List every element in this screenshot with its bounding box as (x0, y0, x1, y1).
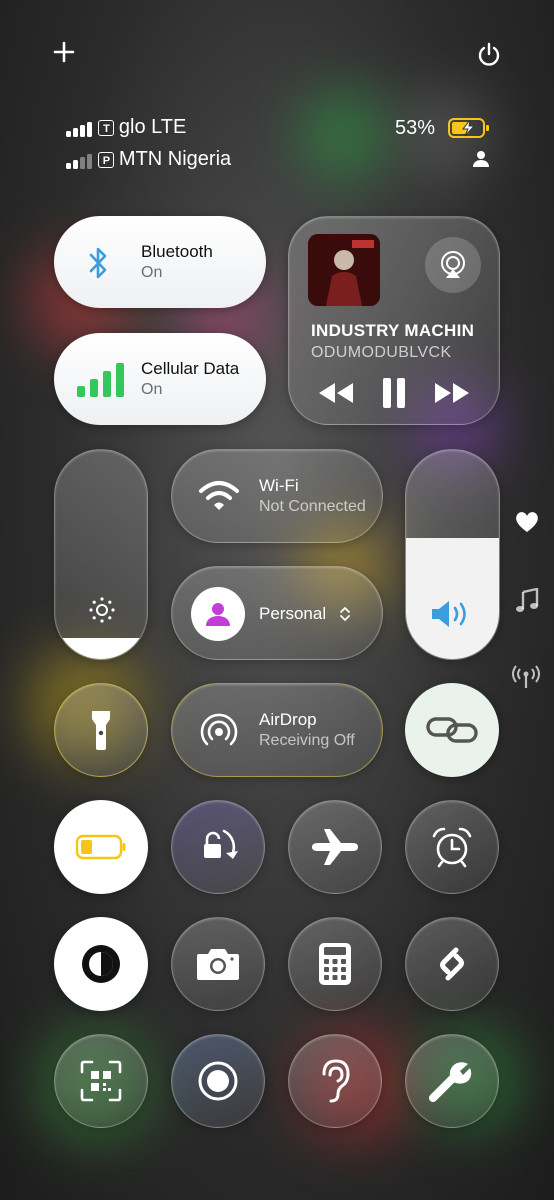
music-note-icon[interactable] (515, 588, 539, 614)
track-title: INDUSTRY MACHIN (311, 321, 475, 340)
focus-avatar (191, 587, 245, 641)
wrench-icon (429, 1062, 472, 1102)
link-icon (426, 717, 478, 743)
cellular-data-toggle[interactable]: Cellular Data On (54, 333, 266, 425)
ear-icon (322, 1059, 350, 1103)
carrier-name: MTN Nigeria (118, 148, 232, 170)
airplay-button[interactable] (425, 237, 481, 293)
brightness-slider[interactable] (54, 449, 148, 660)
code-scanner-button[interactable] (54, 1034, 148, 1128)
person-icon (472, 150, 490, 173)
sun-icon (89, 597, 115, 623)
camera-button[interactable] (171, 917, 265, 1011)
plus-icon (53, 41, 75, 63)
signal-bars-icon (66, 119, 94, 137)
accessibility-shortcut-button[interactable] (405, 1034, 499, 1128)
bluetooth-state: On (141, 264, 163, 281)
focus-mode-button[interactable]: Personal (171, 566, 383, 660)
cellular-title: Cellular Data (141, 359, 240, 378)
calculator-button[interactable] (288, 917, 382, 1011)
calculator-icon (319, 943, 351, 985)
person-icon (206, 603, 230, 626)
battery-charging-icon (448, 117, 490, 144)
wifi-title: Wi-Fi (259, 476, 299, 495)
bluetooth-toggle[interactable]: Bluetooth On (54, 216, 266, 308)
fast-forward-button[interactable] (435, 383, 469, 403)
link-button[interactable] (405, 683, 499, 777)
battery-icon (75, 834, 126, 860)
dark-mode-icon (82, 945, 120, 983)
power-icon (478, 42, 500, 66)
alarm-button[interactable] (405, 800, 499, 894)
cellular-state: On (141, 381, 163, 398)
record-icon (198, 1061, 238, 1101)
bluetooth-icon (89, 247, 107, 279)
flashlight-button[interactable] (54, 683, 148, 777)
speaker-icon (432, 601, 466, 627)
dark-mode-button[interactable] (54, 917, 148, 1011)
screen-recording-button[interactable] (171, 1034, 265, 1128)
album-art (308, 234, 380, 306)
chevron-up-down-icon (340, 607, 350, 621)
airdrop-state: Receiving Off (259, 732, 355, 749)
brightness-fill (55, 638, 147, 659)
low-power-mode-button[interactable] (54, 800, 148, 894)
track-artist: ODUMODUBLVCK (311, 344, 452, 361)
sim2-status: P MTN Nigeria (66, 148, 231, 172)
shazam-button[interactable] (405, 917, 499, 1011)
airdrop-toggle[interactable]: AirDrop Receiving Off (171, 683, 383, 777)
airplay-icon (441, 251, 465, 278)
airplane-mode-button[interactable] (288, 800, 382, 894)
antenna-icon[interactable] (512, 664, 540, 690)
sim-badge: T (98, 119, 115, 136)
signal-bars-icon (66, 151, 94, 169)
pause-button[interactable] (381, 377, 407, 409)
now-playing-card[interactable]: INDUSTRY MACHIN ODUMODUBLVCK (288, 216, 500, 425)
volume-slider[interactable] (405, 449, 500, 660)
rewind-button[interactable] (319, 383, 353, 403)
qr-scanner-icon (80, 1060, 122, 1102)
airplane-icon (312, 829, 358, 865)
wifi-toggle[interactable]: Wi-Fi Not Connected (171, 449, 383, 543)
sim1-status: T glo LTE (66, 116, 186, 140)
bluetooth-title: Bluetooth (141, 242, 213, 261)
airdrop-icon (200, 713, 238, 746)
wifi-state: Not Connected (259, 498, 366, 515)
add-control-button[interactable] (50, 38, 78, 66)
shazam-icon (440, 947, 464, 981)
power-button[interactable] (475, 40, 503, 68)
alarm-clock-icon (432, 827, 472, 868)
heart-icon[interactable] (514, 510, 540, 534)
flashlight-icon (92, 711, 110, 750)
airdrop-title: AirDrop (259, 710, 317, 729)
hearing-button[interactable] (288, 1034, 382, 1128)
sim-badge: P (98, 151, 115, 168)
wifi-icon (199, 481, 239, 510)
camera-icon (197, 949, 239, 980)
rotation-lock-button[interactable] (171, 800, 265, 894)
carrier-name: glo LTE (118, 116, 187, 138)
focus-label: Personal (259, 604, 327, 623)
cellular-signal-icon (77, 363, 124, 397)
rotation-lock-icon (204, 829, 238, 859)
battery-percent: 53% (395, 117, 436, 139)
